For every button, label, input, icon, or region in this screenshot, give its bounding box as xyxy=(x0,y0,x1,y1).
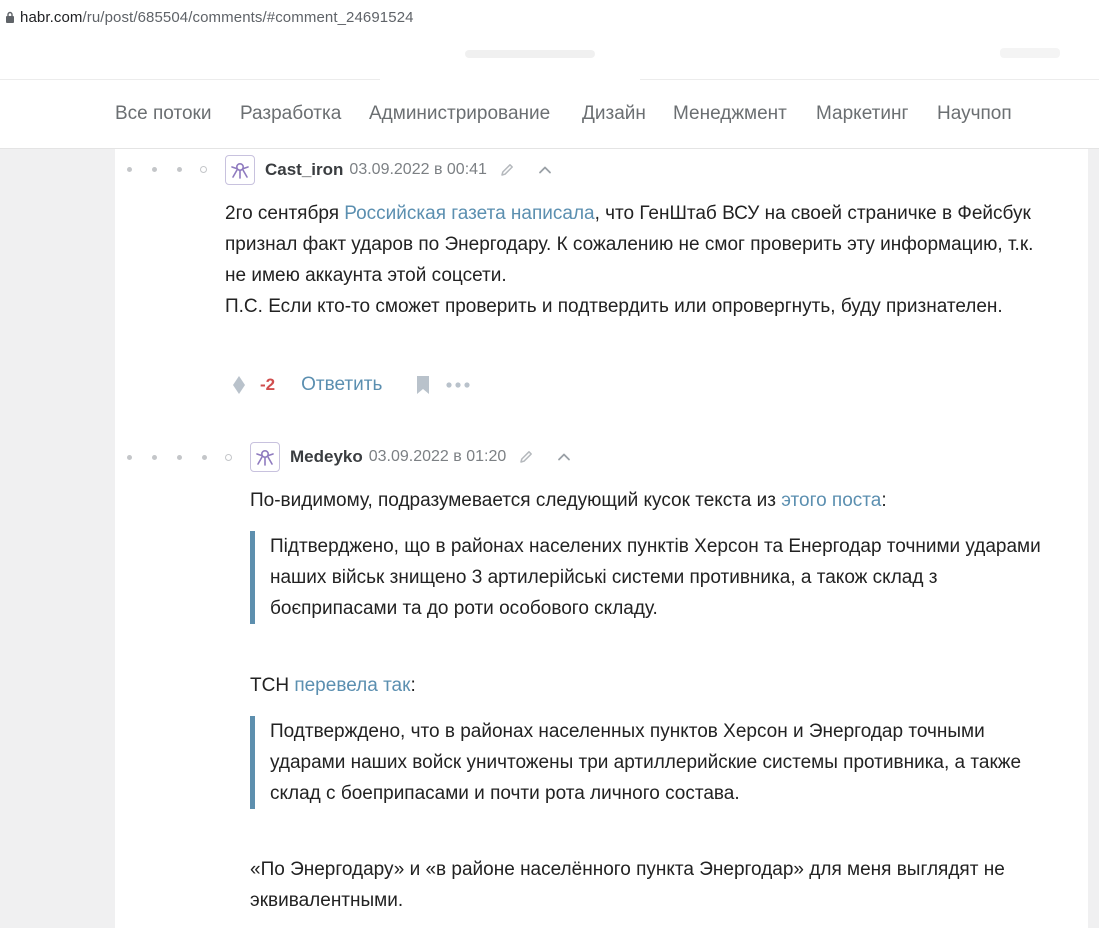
thread-level-indicator xyxy=(127,166,207,173)
chevron-up-icon[interactable] xyxy=(537,162,553,178)
site-header-faded xyxy=(0,34,1099,80)
edit-icon[interactable] xyxy=(499,162,515,178)
nav-item-all-flows[interactable]: Все потоки xyxy=(115,103,211,125)
comment-body: 2го сентября Российская газета написала,… xyxy=(225,198,1055,322)
comment-paragraph: ТСН перевела так: xyxy=(250,675,416,696)
nav-item-administration[interactable]: Администрирование xyxy=(369,103,550,125)
browser-address-bar[interactable]: habr.com/ru/post/685504/comments/#commen… xyxy=(0,0,1099,34)
comment-intro: По-видимому, подразумевается следующий к… xyxy=(250,490,887,511)
comment-paragraph: П.С. Если кто-то сможет проверить и подт… xyxy=(225,296,1003,317)
comment-date[interactable]: 03.09.2022 в 01:20 xyxy=(369,448,507,466)
comment-date[interactable]: 03.09.2022 в 00:41 xyxy=(349,161,487,179)
blockquote-translation: Подтверждено, что в районах населенных п… xyxy=(250,716,1060,809)
url-host: habr.com xyxy=(20,8,83,26)
comment-author[interactable]: Cast_iron xyxy=(265,160,343,180)
thread-level-indicator xyxy=(127,454,232,461)
comment-author[interactable]: Medeyko xyxy=(290,447,363,467)
translation-link[interactable]: перевела так xyxy=(294,675,410,696)
nav-item-development[interactable]: Разработка xyxy=(240,103,341,125)
avatar[interactable] xyxy=(225,155,255,185)
nav-item-management[interactable]: Менеджмент xyxy=(673,103,787,125)
more-options-icon[interactable] xyxy=(446,381,470,389)
nav-item-marketing[interactable]: Маркетинг xyxy=(816,103,908,125)
comment-header: Cast_iron 03.09.2022 в 00:41 xyxy=(225,155,553,185)
nav-item-popular-science[interactable]: Научпоп xyxy=(937,103,1012,125)
source-post-link[interactable]: этого поста xyxy=(781,490,881,511)
url-text[interactable]: habr.com/ru/post/685504/comments/#commen… xyxy=(20,9,414,26)
bookmark-icon[interactable] xyxy=(416,375,430,395)
comment-actions: -2 Ответить xyxy=(232,374,470,396)
nav-item-design[interactable]: Дизайн xyxy=(582,103,646,125)
flows-navigation: Все потоки Разработка Администрирование … xyxy=(0,80,1099,149)
default-avatar-icon xyxy=(231,163,249,179)
comment-header: Medeyko 03.09.2022 в 01:20 xyxy=(250,442,572,472)
vote-icon[interactable] xyxy=(232,374,246,396)
edit-icon[interactable] xyxy=(518,449,534,465)
lock-icon xyxy=(0,11,20,23)
url-path: /ru/post/685504/comments/#comment_246915… xyxy=(82,8,414,26)
comment-score: -2 xyxy=(260,375,276,394)
chevron-up-icon[interactable] xyxy=(556,449,572,465)
blockquote-original: Підтверджено, що в районах населених пун… xyxy=(250,531,1060,624)
scrollbar[interactable] xyxy=(1089,149,1099,928)
comment-link[interactable]: Российская газета написала xyxy=(344,203,594,224)
comment-conclusion: «По Энергодару» и «в районе населённого … xyxy=(250,859,1005,911)
reply-button[interactable]: Ответить xyxy=(301,374,382,396)
avatar[interactable] xyxy=(250,442,280,472)
default-avatar-icon xyxy=(256,450,274,466)
